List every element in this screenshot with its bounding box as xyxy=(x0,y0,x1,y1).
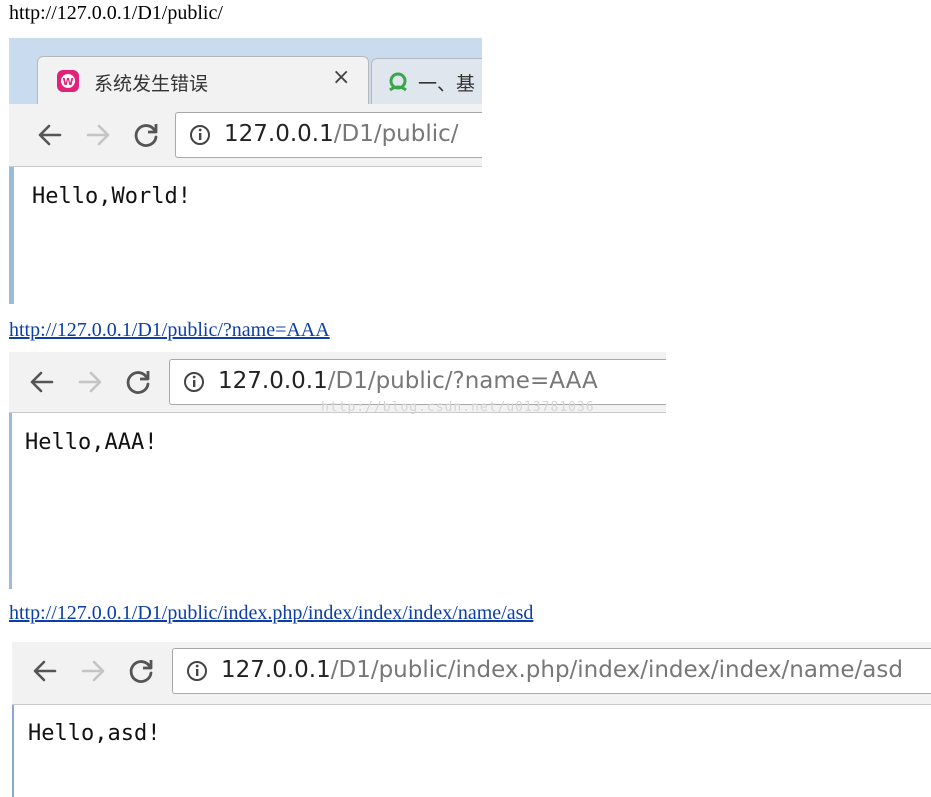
url-host: 127.0.0.1 xyxy=(218,368,328,394)
back-arrow-icon[interactable] xyxy=(30,656,60,686)
site-favicon-icon xyxy=(389,72,407,92)
info-icon[interactable] xyxy=(183,371,205,393)
wamp-favicon-icon: W xyxy=(57,70,79,92)
omnibox[interactable]: 127.0.0.1/D1/public/?name=AAA xyxy=(169,359,666,405)
forward-arrow-icon[interactable] xyxy=(78,656,108,686)
url-text[interactable]: 127.0.0.1/D1/public/ xyxy=(224,120,459,148)
svg-text:W: W xyxy=(62,77,73,88)
back-arrow-icon[interactable] xyxy=(27,367,57,397)
page-content: Hello,World! xyxy=(32,184,191,209)
toolbar: 127.0.0.1/D1/public/index.php/index/inde… xyxy=(12,642,931,705)
forward-arrow-icon[interactable] xyxy=(83,120,113,150)
reload-icon[interactable] xyxy=(123,367,153,397)
url-host: 127.0.0.1 xyxy=(221,657,331,683)
url-text[interactable]: 127.0.0.1/D1/public/index.php/index/inde… xyxy=(221,656,903,684)
url-text[interactable]: 127.0.0.1/D1/public/?name=AAA xyxy=(218,367,598,395)
close-icon[interactable]: × xyxy=(332,65,350,90)
browser-screenshot-1: W 系统发生错误 × 一、基 127.0.0.1/D1/public/ Hell… xyxy=(9,38,482,304)
tab-title: 系统发生错误 xyxy=(94,73,209,95)
browser-screenshot-3: 127.0.0.1/D1/public/index.php/index/inde… xyxy=(12,642,931,797)
omnibox[interactable]: 127.0.0.1/D1/public/ xyxy=(175,112,482,158)
tab-inactive[interactable]: 一、基 xyxy=(371,58,482,105)
reload-icon[interactable] xyxy=(126,656,156,686)
caption-url-3[interactable]: http://127.0.0.1/D1/public/index.php/ind… xyxy=(9,601,533,625)
forward-arrow-icon[interactable] xyxy=(75,367,105,397)
info-icon[interactable] xyxy=(189,124,211,146)
page-content: Hello,asd! xyxy=(28,721,161,746)
toolbar: 127.0.0.1/D1/public/ xyxy=(9,104,482,167)
tab-active[interactable]: W 系统发生错误 × xyxy=(37,56,369,105)
url-path: /D1/public/ xyxy=(333,121,459,147)
tab-strip: W 系统发生错误 × 一、基 xyxy=(9,38,482,105)
watermark: http://blog.csdn.net/u013781036 xyxy=(321,400,595,415)
omnibox[interactable]: 127.0.0.1/D1/public/index.php/index/inde… xyxy=(172,648,931,694)
browser-screenshot-2: 127.0.0.1/D1/public/?name=AAA http://blo… xyxy=(9,352,666,589)
info-icon[interactable] xyxy=(186,660,208,682)
url-path: /D1/public/index.php/index/index/index/n… xyxy=(330,657,903,683)
url-path: /D1/public/?name=AAA xyxy=(327,368,598,394)
tab-title-next: 一、基 xyxy=(418,73,476,95)
reload-icon[interactable] xyxy=(131,120,161,150)
caption-url-1-text: http://127.0.0.1/D1/public/ xyxy=(9,2,223,24)
back-arrow-icon[interactable] xyxy=(35,120,65,150)
caption-url-2[interactable]: http://127.0.0.1/D1/public/?name=AAA xyxy=(9,318,330,342)
page-content: Hello,AAA! xyxy=(25,430,158,455)
caption-url-1: http://127.0.0.1/D1/public/ xyxy=(9,1,223,25)
url-host: 127.0.0.1 xyxy=(224,121,334,147)
